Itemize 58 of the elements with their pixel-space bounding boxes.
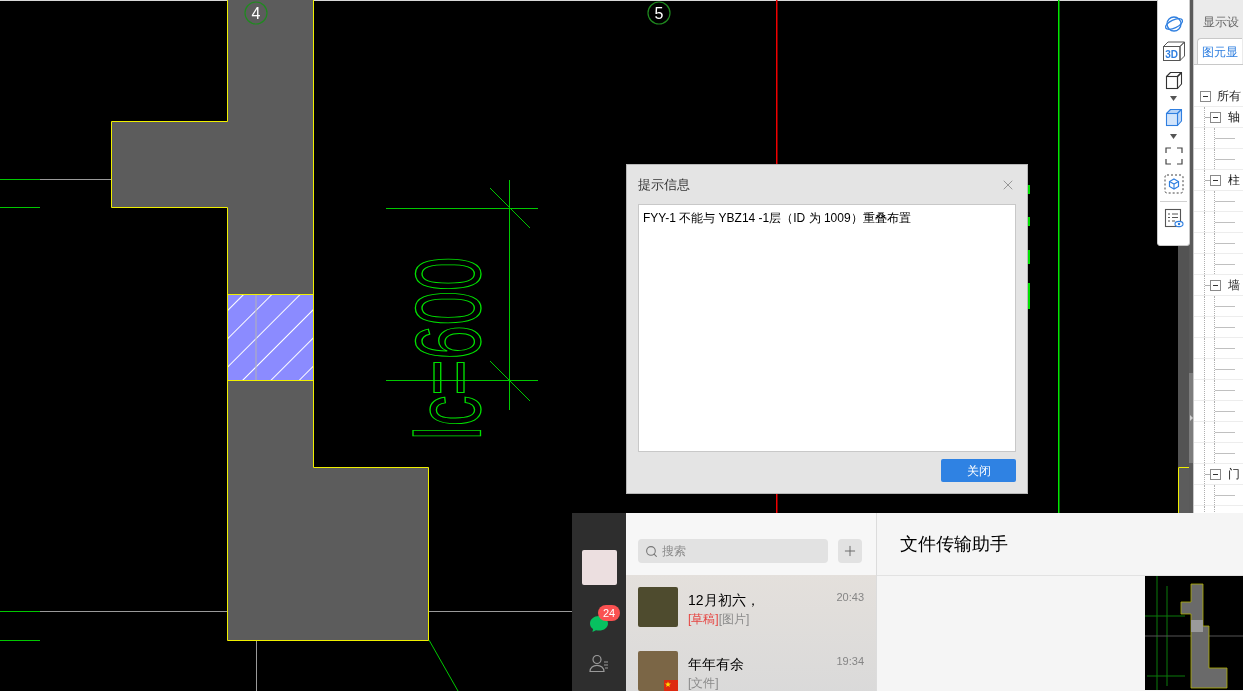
search-field[interactable]: 搜索 bbox=[638, 539, 828, 563]
panel-tab[interactable]: 图元显 bbox=[1197, 38, 1242, 64]
image-message-drawing[interactable] bbox=[1145, 576, 1243, 690]
axis-number: 5 bbox=[654, 5, 664, 22]
dimension-text: lc=600 bbox=[396, 256, 500, 440]
search-icon bbox=[645, 545, 658, 558]
edge-line bbox=[1028, 250, 1030, 264]
edge-line bbox=[428, 639, 459, 691]
tree-node[interactable]: 门 bbox=[1228, 466, 1240, 482]
tree-node[interactable]: 墙 bbox=[1228, 277, 1240, 293]
collapse-icon[interactable] bbox=[1210, 468, 1221, 480]
sphere-icon[interactable] bbox=[1163, 14, 1184, 34]
conversation-title: 文件传输助手 bbox=[900, 533, 1008, 556]
edge-line bbox=[0, 207, 40, 208]
close-button[interactable]: 关闭 bbox=[941, 459, 1016, 482]
unread-badge: 24 bbox=[598, 605, 620, 621]
chat-time: 19:34 bbox=[836, 654, 864, 669]
message-preview: [文件] bbox=[688, 675, 719, 691]
collapse-icon[interactable] bbox=[1200, 90, 1211, 102]
collapse-icon[interactable] bbox=[1210, 279, 1221, 291]
plus-icon bbox=[842, 543, 858, 559]
edge-line bbox=[0, 640, 40, 641]
dimension-tick bbox=[489, 187, 531, 229]
edge-line bbox=[1028, 217, 1030, 226]
tree-node[interactable]: 柱 bbox=[1228, 172, 1240, 188]
tree-node[interactable]: 所有 bbox=[1217, 88, 1241, 104]
edge-line bbox=[1028, 185, 1030, 194]
chat-name: 年年有余 bbox=[688, 655, 744, 674]
message-text: FYY-1 不能与 YBZ14 -1层（ID 为 1009）重叠布置 bbox=[643, 210, 912, 227]
collapse-icon[interactable] bbox=[1210, 174, 1221, 186]
display-list-icon[interactable] bbox=[1163, 208, 1184, 228]
panel-title: 显示设 bbox=[1203, 14, 1240, 30]
photo-placeholder bbox=[638, 587, 678, 627]
collapse-handle[interactable] bbox=[1189, 373, 1193, 463]
edge-line bbox=[1028, 283, 1030, 309]
chat-name: 12月初六， bbox=[688, 591, 760, 610]
caret-icon[interactable] bbox=[1170, 134, 1177, 139]
cube-solid-icon[interactable] bbox=[1163, 107, 1184, 127]
axis-number: 4 bbox=[251, 5, 261, 22]
fit-view-icon[interactable] bbox=[1163, 146, 1184, 166]
collapse-icon[interactable] bbox=[1210, 111, 1221, 123]
contacts-icon[interactable] bbox=[589, 653, 609, 673]
photo-placeholder bbox=[638, 651, 678, 691]
axis-circle bbox=[647, 1, 671, 25]
grid-line bbox=[40, 179, 111, 180]
select-box-icon[interactable] bbox=[1163, 174, 1184, 194]
edge-line bbox=[0, 611, 40, 612]
message-preview: [草稿][图片] bbox=[688, 611, 750, 627]
avatar-placeholder[interactable] bbox=[581, 550, 617, 585]
edge-line bbox=[0, 179, 40, 180]
tree-node[interactable]: 轴 bbox=[1228, 109, 1240, 125]
grid-line bbox=[256, 640, 257, 691]
dimension-tick bbox=[489, 360, 531, 402]
chat-time: 20:43 bbox=[836, 590, 864, 605]
dialog-title: 提示信息 bbox=[638, 175, 690, 194]
axis-circle bbox=[244, 1, 268, 25]
cube-outline-icon[interactable] bbox=[1163, 70, 1184, 90]
caret-icon[interactable] bbox=[1170, 96, 1177, 101]
